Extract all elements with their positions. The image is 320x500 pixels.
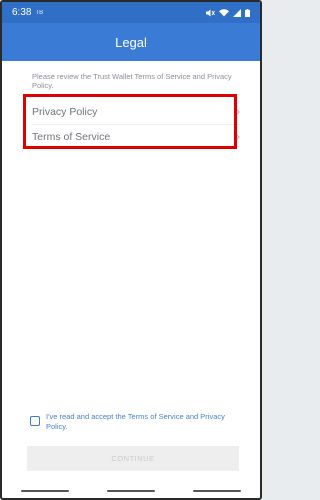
highlight-box: [23, 94, 237, 149]
status-bar: 6:38 TB: [2, 2, 260, 23]
page-title: Legal: [115, 34, 147, 50]
status-left: 6:38 TB: [12, 7, 43, 18]
phone-screen: 6:38 TB Legal Please review the Trust Wa…: [0, 0, 262, 500]
carrier-badge: TB: [35, 9, 44, 16]
consent-row: I've read and accept the Terms of Servic…: [30, 412, 240, 432]
battery-icon: [245, 8, 250, 17]
nav-back-handle[interactable]: [21, 490, 69, 492]
nav-home-handle[interactable]: [107, 490, 155, 492]
nav-recents-handle[interactable]: [193, 490, 241, 492]
status-time: 6:38: [12, 7, 32, 18]
accept-checkbox[interactable]: [30, 416, 40, 426]
system-nav-bar: [2, 484, 260, 498]
intro-text: Please review the Trust Wallet Terms of …: [32, 72, 232, 90]
signal-icon: [233, 8, 241, 17]
status-icons: [206, 8, 250, 17]
consent-text[interactable]: I've read and accept the Terms of Servic…: [46, 412, 240, 432]
app-bar: Legal: [2, 23, 260, 61]
continue-button[interactable]: CONTINUE: [27, 446, 239, 471]
mute-icon: [206, 9, 215, 17]
wifi-icon: [219, 8, 229, 17]
